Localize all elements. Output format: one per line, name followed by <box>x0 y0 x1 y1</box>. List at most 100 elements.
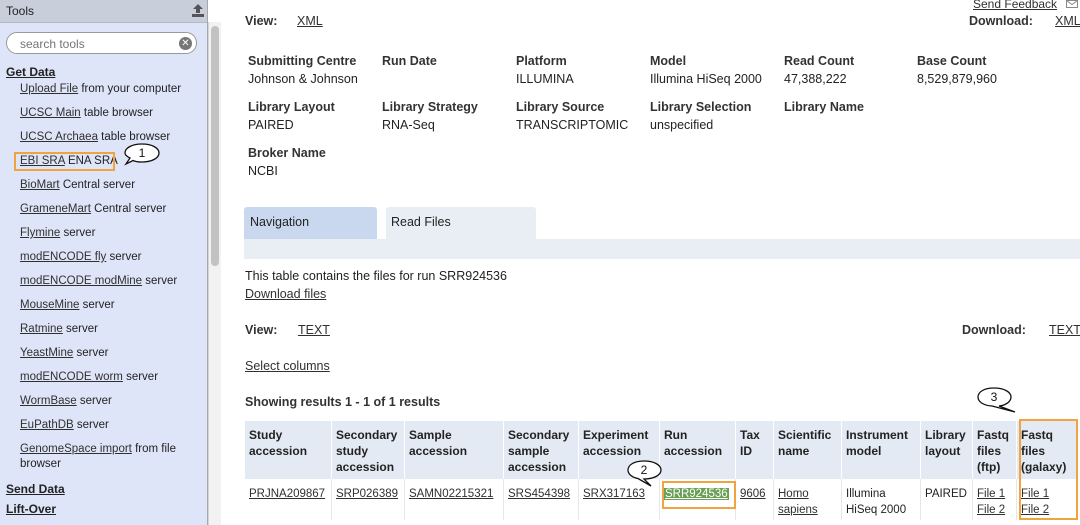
tools-scrollbar[interactable] <box>208 22 221 525</box>
tool-desc: server <box>62 323 98 335</box>
col-header-instrument: Instrument model <box>841 421 921 479</box>
library-name-label: Library Name <box>784 100 864 114</box>
platform-value: ILLUMINA <box>516 72 574 86</box>
upload-icon[interactable] <box>190 2 206 18</box>
cell-tax-id: 9606 <box>735 479 774 520</box>
secondary-sample-link[interactable]: SRS454398 <box>508 488 570 500</box>
tool-link[interactable]: Flymine <box>20 227 60 239</box>
tool-item: GrameneMart Central server <box>20 203 166 215</box>
tool-desc-cont: browser <box>20 458 61 470</box>
search-tools-input[interactable] <box>18 36 172 52</box>
highlight-box-run-accession <box>662 481 736 509</box>
tool-item: modENCODE worm server <box>20 371 158 383</box>
experiment-accession-link[interactable]: SRX317163 <box>583 488 645 500</box>
view-xml-link[interactable]: XML <box>297 14 323 28</box>
tool-link[interactable]: YeastMine <box>20 347 73 359</box>
tool-desc: table browser <box>80 107 153 119</box>
broker-name-label: Broker Name <box>248 146 326 160</box>
tool-desc: server <box>79 299 115 311</box>
ftp-file-1-link[interactable]: File 1 <box>977 488 1005 500</box>
select-columns-link[interactable]: Select columns <box>245 359 330 373</box>
submitting-centre-label: Submitting Centre <box>248 54 357 68</box>
tab-navigation-label: Navigation <box>250 215 310 229</box>
read-count-value: 47,388,222 <box>784 72 847 86</box>
cell-study: PRJNA209867 <box>245 479 332 520</box>
tab-panel-bar <box>244 239 1080 259</box>
cell-layout: PAIRED <box>920 479 973 520</box>
tool-item: BioMart Central server <box>20 179 135 191</box>
tool-link[interactable]: Upload File <box>20 83 78 95</box>
tool-link[interactable]: BioMart <box>20 179 60 191</box>
tool-desc: server <box>73 419 109 431</box>
tool-item: Flymine server <box>20 227 95 239</box>
col-header-sample-accession: Sample accession <box>404 421 504 479</box>
results-summary: Showing results 1 - 1 of 1 results <box>245 395 441 409</box>
files-download-label: Download: <box>962 323 1026 337</box>
tool-desc: server <box>76 395 112 407</box>
highlight-box-ebi-sra <box>14 152 115 171</box>
callout-1: 1 <box>124 143 160 166</box>
tab-read-files[interactable]: Read Files <box>386 207 536 239</box>
tools-panel: Tools ✕ Get Data Upload File from your c… <box>0 0 208 525</box>
tools-title: Tools <box>6 4 35 18</box>
tool-link[interactable]: modENCODE fly <box>20 251 106 263</box>
callout-3-text: 3 <box>991 390 998 404</box>
tab-read-files-label: Read Files <box>391 215 451 229</box>
section-partial <box>6 520 66 525</box>
col-header-library-layout: Library layout <box>920 421 973 479</box>
view-text-link[interactable]: TEXT <box>298 323 330 337</box>
tool-link[interactable]: UCSC Archaea <box>20 131 98 143</box>
submitting-centre-value: Johnson & Johnson <box>248 72 358 86</box>
library-selection-label: Library Selection <box>650 100 752 114</box>
tool-link[interactable]: modENCODE worm <box>20 371 123 383</box>
cell-fastq-ftp: File 1 File 2 <box>972 479 1017 520</box>
main-content: Send Feedback View: XML Download: XML Su… <box>221 0 1080 525</box>
ftp-file-2-link[interactable]: File 2 <box>977 504 1005 516</box>
tool-link[interactable]: modENCODE modMine <box>20 275 142 287</box>
section-get-data[interactable]: Get Data <box>6 65 55 79</box>
tool-item: MouseMine server <box>20 299 115 311</box>
secondary-study-link[interactable]: SRP026389 <box>336 488 398 500</box>
section-lift-over[interactable]: Lift-Over <box>6 502 56 516</box>
tool-desc: Central server <box>90 203 167 215</box>
library-selection-value: unspecified <box>650 118 714 132</box>
tab-navigation[interactable]: Navigation <box>244 207 377 239</box>
tool-item: WormBase server <box>20 395 112 407</box>
download-files-link[interactable]: Download files <box>245 287 326 301</box>
model-label: Model <box>650 54 687 68</box>
tool-item: modENCODE modMine server <box>20 275 177 287</box>
tool-link[interactable]: UCSC Main <box>20 107 81 119</box>
tool-link[interactable]: WormBase <box>20 395 77 407</box>
tool-link[interactable]: GenomeSpace import <box>20 443 132 455</box>
tool-link[interactable]: Ratmine <box>20 323 63 335</box>
tool-link[interactable]: EuPathDB <box>20 419 74 431</box>
study-accession-link[interactable]: PRJNA209867 <box>249 488 325 500</box>
tax-id-link[interactable]: 9606 <box>740 488 766 500</box>
col-header-study-accession: Study accession <box>245 421 332 479</box>
library-source-value: TRANSCRIPTOMIC <box>516 118 629 132</box>
cell-secondary-sample: SRS454398 <box>503 479 579 520</box>
tool-item: Upload File from your computer <box>20 83 181 95</box>
scientific-name-link[interactable]: Homo sapiens <box>778 488 818 516</box>
library-layout-value: PAIRED <box>248 118 294 132</box>
sample-accession-link[interactable]: SAMN02215321 <box>409 488 493 500</box>
send-feedback-link[interactable]: Send Feedback <box>973 0 1057 11</box>
tools-header: Tools <box>0 0 207 23</box>
tool-desc: from file <box>131 443 176 455</box>
clear-search-icon[interactable]: ✕ <box>179 37 192 50</box>
download-xml-link[interactable]: XML <box>1055 14 1080 28</box>
files-intro: This table contains the files for run SR… <box>245 269 507 283</box>
tool-link[interactable]: MouseMine <box>20 299 79 311</box>
callout-2: 2 <box>627 460 662 487</box>
download-text-link[interactable]: TEXT <box>1049 323 1080 337</box>
col-header-scientific-name: Scientific name <box>773 421 842 479</box>
tool-desc: server <box>142 275 178 287</box>
tool-item: YeastMine server <box>20 347 108 359</box>
tool-link[interactable]: GrameneMart <box>20 203 91 215</box>
section-send-data[interactable]: Send Data <box>6 482 65 496</box>
run-date-label: Run Date <box>382 54 437 68</box>
tool-desc: server <box>73 347 109 359</box>
platform-label: Platform <box>516 54 567 68</box>
scrollbar-thumb[interactable] <box>211 26 219 266</box>
cell-scientific-name: Homo sapiens <box>773 479 842 520</box>
